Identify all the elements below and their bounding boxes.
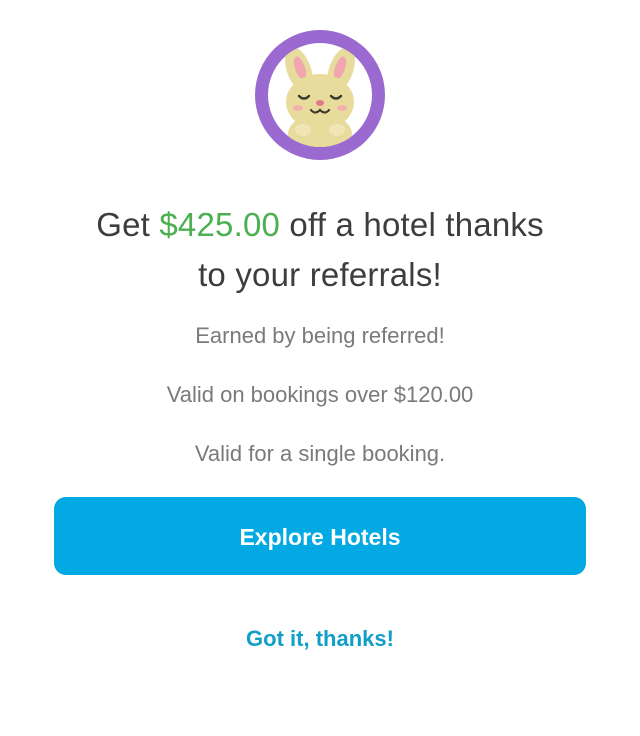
got-it-thanks-link[interactable]: Got it, thanks! bbox=[20, 626, 620, 652]
detail-minimum-booking: Valid on bookings over $120.00 bbox=[166, 382, 474, 407]
explore-hotels-button[interactable]: Explore Hotels bbox=[54, 497, 586, 575]
detail-single-booking: Valid for a single booking. bbox=[194, 441, 446, 466]
reward-headline: Get $425.00 off a hotel thanks to your r… bbox=[20, 200, 620, 300]
bunny-mascot-icon bbox=[255, 30, 385, 160]
headline-prefix: Get bbox=[96, 206, 160, 243]
detail-earned: Earned by being referred! bbox=[195, 323, 445, 348]
headline-line2: to your referrals! bbox=[198, 256, 442, 293]
headline-suffix: off a hotel thanks bbox=[280, 206, 544, 243]
reward-amount: $425.00 bbox=[159, 206, 281, 243]
referral-reward-card: Get $425.00 off a hotel thanks to your r… bbox=[0, 0, 640, 736]
